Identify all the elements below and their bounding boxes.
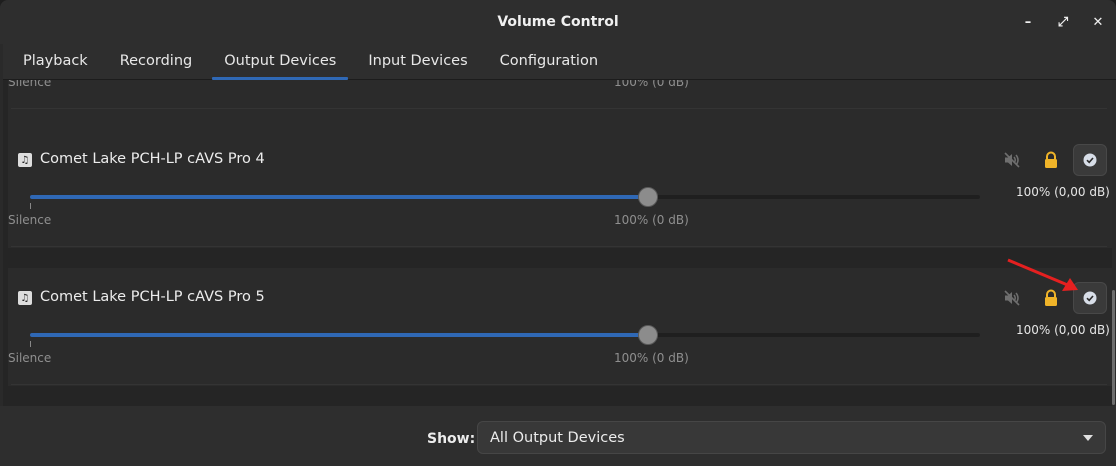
set-default-button[interactable] — [1073, 282, 1107, 314]
slider-fill — [30, 333, 648, 337]
tab-input-devices[interactable]: Input Devices — [352, 44, 483, 80]
volume-slider[interactable] — [30, 322, 980, 348]
title-bar[interactable]: Volume Control – ⤢ ✕ — [0, 0, 1116, 44]
tab-configuration[interactable]: Configuration — [484, 44, 614, 80]
device-name: Comet Lake PCH-LP cAVS Pro 4 — [40, 151, 265, 167]
slider-silence-label: Silence — [8, 351, 52, 365]
tab-bar: Playback Recording Output Devices Input … — [3, 44, 1116, 80]
device-row: ♫ Comet Lake PCH-LP cAVS Pro 5 100% (0,0… — [8, 268, 1112, 386]
music-note-icon: ♫ — [18, 291, 32, 305]
slider-silence-label: Silence — [8, 213, 52, 227]
lock-icon — [1045, 151, 1057, 168]
tab-output-devices[interactable]: Output Devices — [208, 44, 352, 80]
row-divider — [11, 246, 1107, 247]
close-icon: ✕ — [1092, 14, 1104, 30]
lock-channels-button[interactable] — [1038, 285, 1064, 311]
set-default-button[interactable] — [1073, 144, 1107, 176]
slider-100-label: 100% (0 dB) — [614, 80, 689, 89]
speaker-muted-icon — [1004, 152, 1020, 168]
row-divider — [11, 384, 1107, 385]
volume-readout: 100% (0,00 dB) — [1016, 185, 1110, 199]
show-filter-dropdown[interactable]: All Output Devices — [477, 421, 1106, 454]
minimize-icon: – — [1024, 14, 1032, 30]
device-name: Comet Lake PCH-LP cAVS Pro 5 — [40, 289, 265, 305]
maximize-icon: ⤢ — [1057, 14, 1069, 30]
row-divider — [11, 108, 1107, 109]
slider-handle[interactable] — [637, 325, 658, 345]
check-icon — [1083, 291, 1097, 305]
show-filter-value: All Output Devices — [490, 430, 625, 446]
device-list[interactable]: Silence 100% (0 dB) ♫ Comet Lake PCH-LP … — [3, 80, 1112, 406]
device-row: ♫ Comet Lake PCH-LP cAVS Pro 4 100% (0,0… — [8, 130, 1112, 248]
slider-fill — [30, 195, 648, 199]
check-icon — [1083, 153, 1097, 167]
mute-button[interactable] — [999, 285, 1025, 311]
maximize-button[interactable]: ⤢ — [1051, 10, 1075, 34]
lock-channels-button[interactable] — [1038, 147, 1064, 173]
volume-control-window: Volume Control – ⤢ ✕ Playback Recording … — [0, 0, 1116, 466]
volume-slider[interactable] — [30, 184, 980, 210]
volume-readout: 100% (0,00 dB) — [1016, 323, 1110, 337]
lock-icon — [1045, 289, 1057, 306]
mute-button[interactable] — [999, 147, 1025, 173]
footer-bar: Show: All Output Devices — [0, 406, 1116, 466]
speaker-muted-icon — [1004, 290, 1020, 306]
music-note-icon: ♫ — [18, 153, 32, 167]
show-filter-label: Show: — [427, 431, 476, 447]
slider-100-label: 100% (0 dB) — [614, 351, 689, 365]
minimize-button[interactable]: – — [1016, 10, 1040, 34]
window-title: Volume Control — [497, 14, 619, 30]
close-button[interactable]: ✕ — [1086, 10, 1110, 34]
slider-tick — [30, 203, 31, 209]
slider-handle[interactable] — [637, 187, 658, 207]
tab-playback[interactable]: Playback — [7, 44, 104, 80]
slider-silence-label: Silence — [8, 80, 52, 89]
device-row-partial: Silence 100% (0 dB) — [8, 80, 1112, 130]
tab-recording[interactable]: Recording — [104, 44, 209, 80]
scrollbar-thumb[interactable] — [1112, 290, 1115, 405]
chevron-down-icon — [1083, 435, 1093, 441]
slider-tick — [30, 341, 31, 347]
slider-100-label: 100% (0 dB) — [614, 213, 689, 227]
